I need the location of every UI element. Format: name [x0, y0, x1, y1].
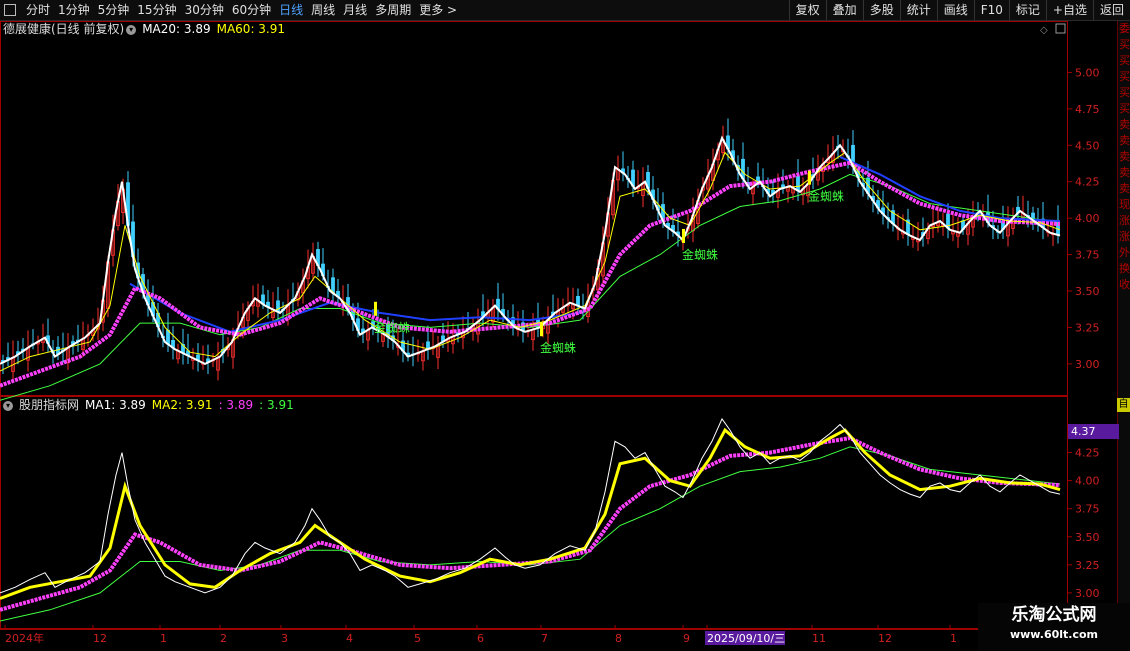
main-y-label-3: 3.75 [1075, 249, 1100, 262]
diamond-icon[interactable]: ◇ [1040, 25, 1048, 36]
tool-button-8[interactable]: 返回 [1092, 0, 1130, 20]
side-panel-label-2: 买 [1119, 54, 1130, 67]
side-panel-label-3: 买 [1119, 70, 1130, 83]
side-panel-label-12: 涨 [1119, 214, 1130, 227]
tool-button-7[interactable]: +自选 [1045, 0, 1093, 20]
main-y-label-0: 3.00 [1075, 358, 1100, 371]
side-panel-label-0: 委 [1119, 22, 1130, 35]
watermark-logo: 乐淘公式网 www.60lt.com [978, 603, 1130, 650]
period-tab-6[interactable]: 日线 [275, 0, 307, 20]
sub-y-label-5: 4.25 [1075, 447, 1100, 460]
period-tab-2[interactable]: 5分钟 [94, 0, 134, 20]
signal-label-1: 金蜘蛛 [540, 340, 576, 355]
window-menu-icon[interactable] [4, 4, 16, 16]
period-tab-1[interactable]: 1分钟 [54, 0, 94, 20]
sub-y-label-0: 3.00 [1075, 587, 1100, 600]
ma-green-line [0, 173, 1061, 401]
side-panel-label-5: 买 [1119, 102, 1130, 115]
watchlist-tag[interactable]: 自 [1117, 398, 1130, 412]
dropdown-circle-icon[interactable]: ▾ [3, 400, 13, 411]
period-tab-9[interactable]: 多周期 [371, 0, 415, 20]
sub-y-label-1: 3.25 [1075, 559, 1100, 572]
side-panel-label-4: 买 [1119, 86, 1130, 99]
side-panel-label-1: 买 [1119, 38, 1130, 51]
period-tab-4[interactable]: 30分钟 [181, 0, 228, 20]
side-panel-label-10: 卖 [1119, 182, 1130, 195]
sub-white-line [0, 417, 1061, 594]
side-panel-label-7: 卖 [1119, 134, 1130, 147]
sub-y-label-2: 3.50 [1075, 531, 1100, 544]
toolbar: 分时 1分钟 5分钟 15分钟 30分钟 60分钟 日线 周线 月线 多周期 更多 > 复权 叠加 多股… [0, 0, 1130, 21]
period-tab-7[interactable]: 周线 [307, 0, 339, 20]
sub-y-label-4: 4.00 [1075, 475, 1100, 488]
ma-white-line [0, 135, 1061, 366]
tool-button-0[interactable]: 复权 [788, 0, 826, 20]
kline-chart[interactable]: ◇ 3.00 3.25 3.50 3.75 4.00 4.25 4.50 4.75 5.00 3.0… [0, 21, 1117, 651]
side-panel-label-8: 卖 [1119, 150, 1130, 163]
tool-buttons: 复权 叠加 多股 统计 画线 F10 标记 +自选 返回 [788, 0, 1130, 20]
side-panel-label-14: 外 [1119, 246, 1130, 259]
main-y-label-6: 4.50 [1075, 139, 1100, 152]
indicator-name[interactable]: 股朋指标网 [19, 398, 79, 412]
main-y-label-2: 3.50 [1075, 285, 1100, 298]
ma60-label: MA60: 3.91 [216, 22, 286, 36]
sub-y-label-3: 3.75 [1075, 503, 1100, 516]
period-tab-5[interactable]: 60分钟 [228, 0, 275, 20]
candle-body-159 [796, 176, 800, 192]
ma-magenta-line [0, 160, 1061, 388]
main-y-label-7: 4.75 [1075, 103, 1100, 116]
signal-marker-1 [540, 322, 543, 337]
main-y-label-4: 4.00 [1075, 212, 1100, 225]
quote-side-panel: 委买买买买买卖卖卖卖卖现涨涨外换收 [1117, 21, 1130, 629]
sub-ma2-line [0, 435, 1061, 612]
main-y-label-8: 5.00 [1075, 66, 1100, 79]
ma20-label: MA20: 3.89 [142, 22, 211, 36]
dropdown-circle-icon[interactable]: ▾ [126, 24, 137, 35]
watermark-url: www.60lt.com [1009, 628, 1099, 641]
signal-marker-2 [682, 228, 685, 243]
sub-chart-header: ▾ 股朋指标网 MA1: 3.89 MA2: 3.91 : 3.89 : 3.91 [3, 397, 300, 413]
side-panel-label-15: 换 [1119, 262, 1130, 275]
period-tabs: 分时 1分钟 5分钟 15分钟 30分钟 60分钟 日线 周线 月线 多周期 更多 > [0, 0, 789, 20]
period-tab-0[interactable]: 分时 [22, 0, 54, 20]
sub-panel-frame [0, 396, 1068, 629]
stock-title[interactable]: 德展健康(日线 前复权) [3, 22, 124, 36]
tool-button-3[interactable]: 统计 [899, 0, 937, 20]
tool-button-5[interactable]: F10 [973, 0, 1009, 20]
main-y-label-5: 4.25 [1075, 176, 1100, 189]
watermark-title: 乐淘公式网 [1011, 605, 1097, 625]
candle-body-55 [276, 300, 280, 313]
ma2-label: MA2: 3.91 [151, 398, 213, 412]
value4-label: : 3.91 [259, 398, 294, 412]
tool-button-6[interactable]: 标记 [1008, 0, 1046, 20]
side-panel-label-16: 收 [1119, 278, 1130, 291]
signal-marker-0 [374, 301, 377, 316]
maximize-icon[interactable] [1055, 23, 1066, 34]
period-tab-8[interactable]: 月线 [339, 0, 371, 20]
sub-ma1-line [0, 427, 1061, 600]
candle-body-33 [166, 329, 170, 345]
signal-label-2: 金蜘蛛 [682, 247, 718, 262]
sub-ma-green-line [0, 446, 1061, 622]
period-tab-10[interactable]: 更多 > [415, 0, 461, 20]
date-axis [0, 629, 1117, 651]
side-panel-label-6: 卖 [1119, 118, 1130, 131]
tool-button-1[interactable]: 叠加 [825, 0, 863, 20]
side-panel-label-13: 涨 [1119, 230, 1130, 243]
cursor-price-label: 4.37 [1068, 424, 1119, 439]
signal-marker-3 [808, 170, 811, 185]
main-chart-header: 德展健康(日线 前复权) ▾ MA20: 3.89 MA60: 3.91 [3, 21, 291, 37]
tool-button-2[interactable]: 多股 [862, 0, 900, 20]
signal-label-3: 金蜘蛛 [808, 189, 844, 204]
main-y-label-1: 3.25 [1075, 321, 1100, 334]
tool-button-4[interactable]: 画线 [936, 0, 974, 20]
side-panel-label-11: 现 [1119, 198, 1130, 211]
value3-label: : 3.89 [218, 398, 254, 412]
signal-label-0: 金蜘蛛 [374, 320, 410, 335]
ma1-label: MA1: 3.89 [85, 398, 146, 412]
side-panel-label-9: 卖 [1119, 166, 1130, 179]
period-tab-3[interactable]: 15分钟 [133, 0, 180, 20]
